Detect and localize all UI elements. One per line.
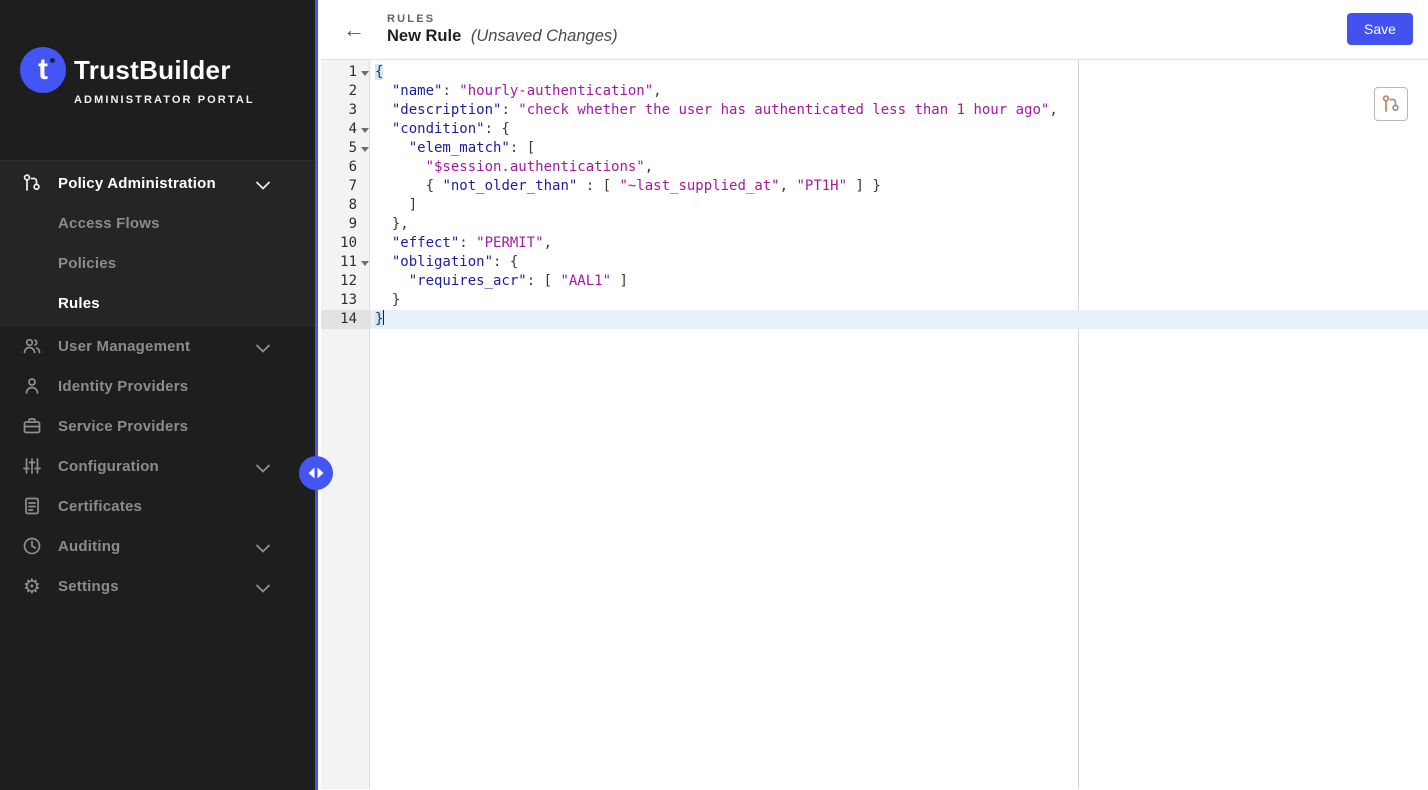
sidebar-item-configuration[interactable]: Configuration — [0, 446, 315, 486]
sidebar-item-service-providers[interactable]: Service Providers — [0, 406, 315, 446]
sidebar-collapse-button[interactable] — [299, 456, 333, 490]
sidebar-item-label: Access Flows — [58, 215, 160, 232]
page-header: ← RULES New Rule (Unsaved Changes) Save — [321, 0, 1428, 60]
sidebar-item-user-management[interactable]: User Management — [0, 326, 315, 366]
editor-line-13[interactable]: 13 } — [321, 291, 1428, 310]
back-button[interactable]: ← — [343, 19, 365, 41]
text-cursor — [383, 310, 384, 325]
line-number: 13 — [340, 291, 360, 310]
line-number: 3 — [349, 101, 360, 120]
line-number: 1 — [349, 63, 360, 82]
sidebar-item-access-flows[interactable]: Access Flows — [0, 203, 315, 243]
line-number: 6 — [349, 158, 360, 177]
editor-line-5[interactable]: 5 "elem_match": [ — [321, 139, 1428, 158]
line-number: 11 — [340, 253, 360, 272]
sidebar-item-label: Certificates — [58, 498, 142, 515]
sidebar-item-policies[interactable]: Policies — [0, 243, 315, 283]
save-button[interactable]: Save — [1347, 13, 1413, 45]
sidebar-item-certificates[interactable]: Certificates — [0, 486, 315, 526]
editor-line-1[interactable]: 1{ — [321, 63, 1428, 82]
brand-name: TrustBuilder — [74, 47, 255, 93]
chevron-down-icon — [256, 460, 270, 478]
sidebar-item-rules[interactable]: Rules — [0, 283, 315, 323]
sidebar-item-label: Auditing — [58, 538, 120, 555]
app-window: t TrustBuilder ADMINISTRATOR PORTAL Poli… — [0, 0, 1428, 790]
git-branch-icon — [22, 173, 42, 193]
sidebar-item-auditing[interactable]: Auditing — [0, 526, 315, 566]
editor-line-4[interactable]: 4 "condition": { — [321, 120, 1428, 139]
sidebar-item-settings[interactable]: ⚙ Settings — [0, 566, 315, 606]
nav-group-policy-administration: Policy Administration Access Flows Polic… — [0, 160, 315, 326]
gear-icon: ⚙ — [22, 576, 42, 596]
brand-logo-icon: t — [20, 47, 66, 93]
versions-button[interactable] — [1374, 87, 1408, 121]
fold-arrow-icon[interactable] — [360, 253, 371, 272]
chevron-down-icon — [256, 340, 270, 358]
editor-line-12[interactable]: 12 "requires_acr": [ "AAL1" ] — [321, 272, 1428, 291]
users-icon — [22, 336, 42, 356]
line-number: 2 — [349, 82, 360, 101]
line-number: 5 — [349, 139, 360, 158]
fold-arrow-icon[interactable] — [360, 120, 371, 139]
sidebar-item-identity-providers[interactable]: Identity Providers — [0, 366, 315, 406]
editor-line-2[interactable]: 2 "name": "hourly-authentication", — [321, 82, 1428, 101]
sidebar-item-label: Policies — [58, 255, 116, 272]
sidebar-item-label: Identity Providers — [58, 378, 188, 395]
page-title: New Rule — [387, 27, 461, 45]
main-content: ← RULES New Rule (Unsaved Changes) Save … — [321, 0, 1428, 790]
sidebar-item-policy-administration[interactable]: Policy Administration — [0, 163, 315, 203]
sliders-icon — [22, 456, 42, 476]
brand-logo: t TrustBuilder ADMINISTRATOR PORTAL — [0, 0, 315, 106]
sidebar-nav: Policy Administration Access Flows Polic… — [0, 160, 315, 606]
editor-line-3[interactable]: 3 "description": "check whether the user… — [321, 101, 1428, 120]
sidebar-item-label: Configuration — [58, 458, 159, 475]
sidebar-item-label: Service Providers — [58, 418, 188, 435]
unsaved-changes-badge: (Unsaved Changes) — [471, 27, 618, 45]
sidebar-item-label: Rules — [58, 295, 100, 312]
breadcrumb: RULES — [387, 13, 618, 25]
chevron-down-icon — [256, 580, 270, 598]
line-number: 14 — [340, 310, 360, 329]
sidebar-item-label: Policy Administration — [58, 175, 216, 192]
git-branch-icon — [1381, 94, 1401, 114]
clock-icon — [22, 536, 42, 556]
sidebar-item-label: Settings — [58, 578, 119, 595]
line-number: 4 — [349, 120, 360, 139]
editor-line-6[interactable]: 6 "$session.authentications", — [321, 158, 1428, 177]
chevron-down-icon — [256, 540, 270, 558]
briefcase-icon — [22, 416, 42, 436]
editor-line-14[interactable]: 14} — [321, 310, 1428, 329]
fold-arrow-icon[interactable] — [360, 63, 371, 82]
sidebar-item-label: User Management — [58, 338, 190, 355]
brand-subtitle: ADMINISTRATOR PORTAL — [74, 94, 255, 106]
line-number: 10 — [340, 234, 360, 253]
line-number: 9 — [349, 215, 360, 234]
editor-line-7[interactable]: 7 { "not_older_than" : [ "~last_supplied… — [321, 177, 1428, 196]
chevron-down-icon — [256, 177, 270, 195]
editor-lines[interactable]: 1{2 "name": "hourly-authentication",3 "d… — [321, 63, 1428, 329]
line-number: 7 — [349, 177, 360, 196]
editor-line-9[interactable]: 9 }, — [321, 215, 1428, 234]
user-icon — [22, 376, 42, 396]
line-number: 8 — [349, 196, 360, 215]
line-number: 12 — [340, 272, 360, 291]
collapse-arrows-icon — [308, 467, 324, 479]
editor-line-11[interactable]: 11 "obligation": { — [321, 253, 1428, 272]
editor-line-10[interactable]: 10 "effect": "PERMIT", — [321, 234, 1428, 253]
editor-line-8[interactable]: 8 ] — [321, 196, 1428, 215]
json-code-editor[interactable]: 1{2 "name": "hourly-authentication",3 "d… — [321, 60, 1428, 789]
certificate-icon — [22, 496, 42, 516]
fold-arrow-icon[interactable] — [360, 139, 371, 158]
sidebar: t TrustBuilder ADMINISTRATOR PORTAL Poli… — [0, 0, 318, 790]
